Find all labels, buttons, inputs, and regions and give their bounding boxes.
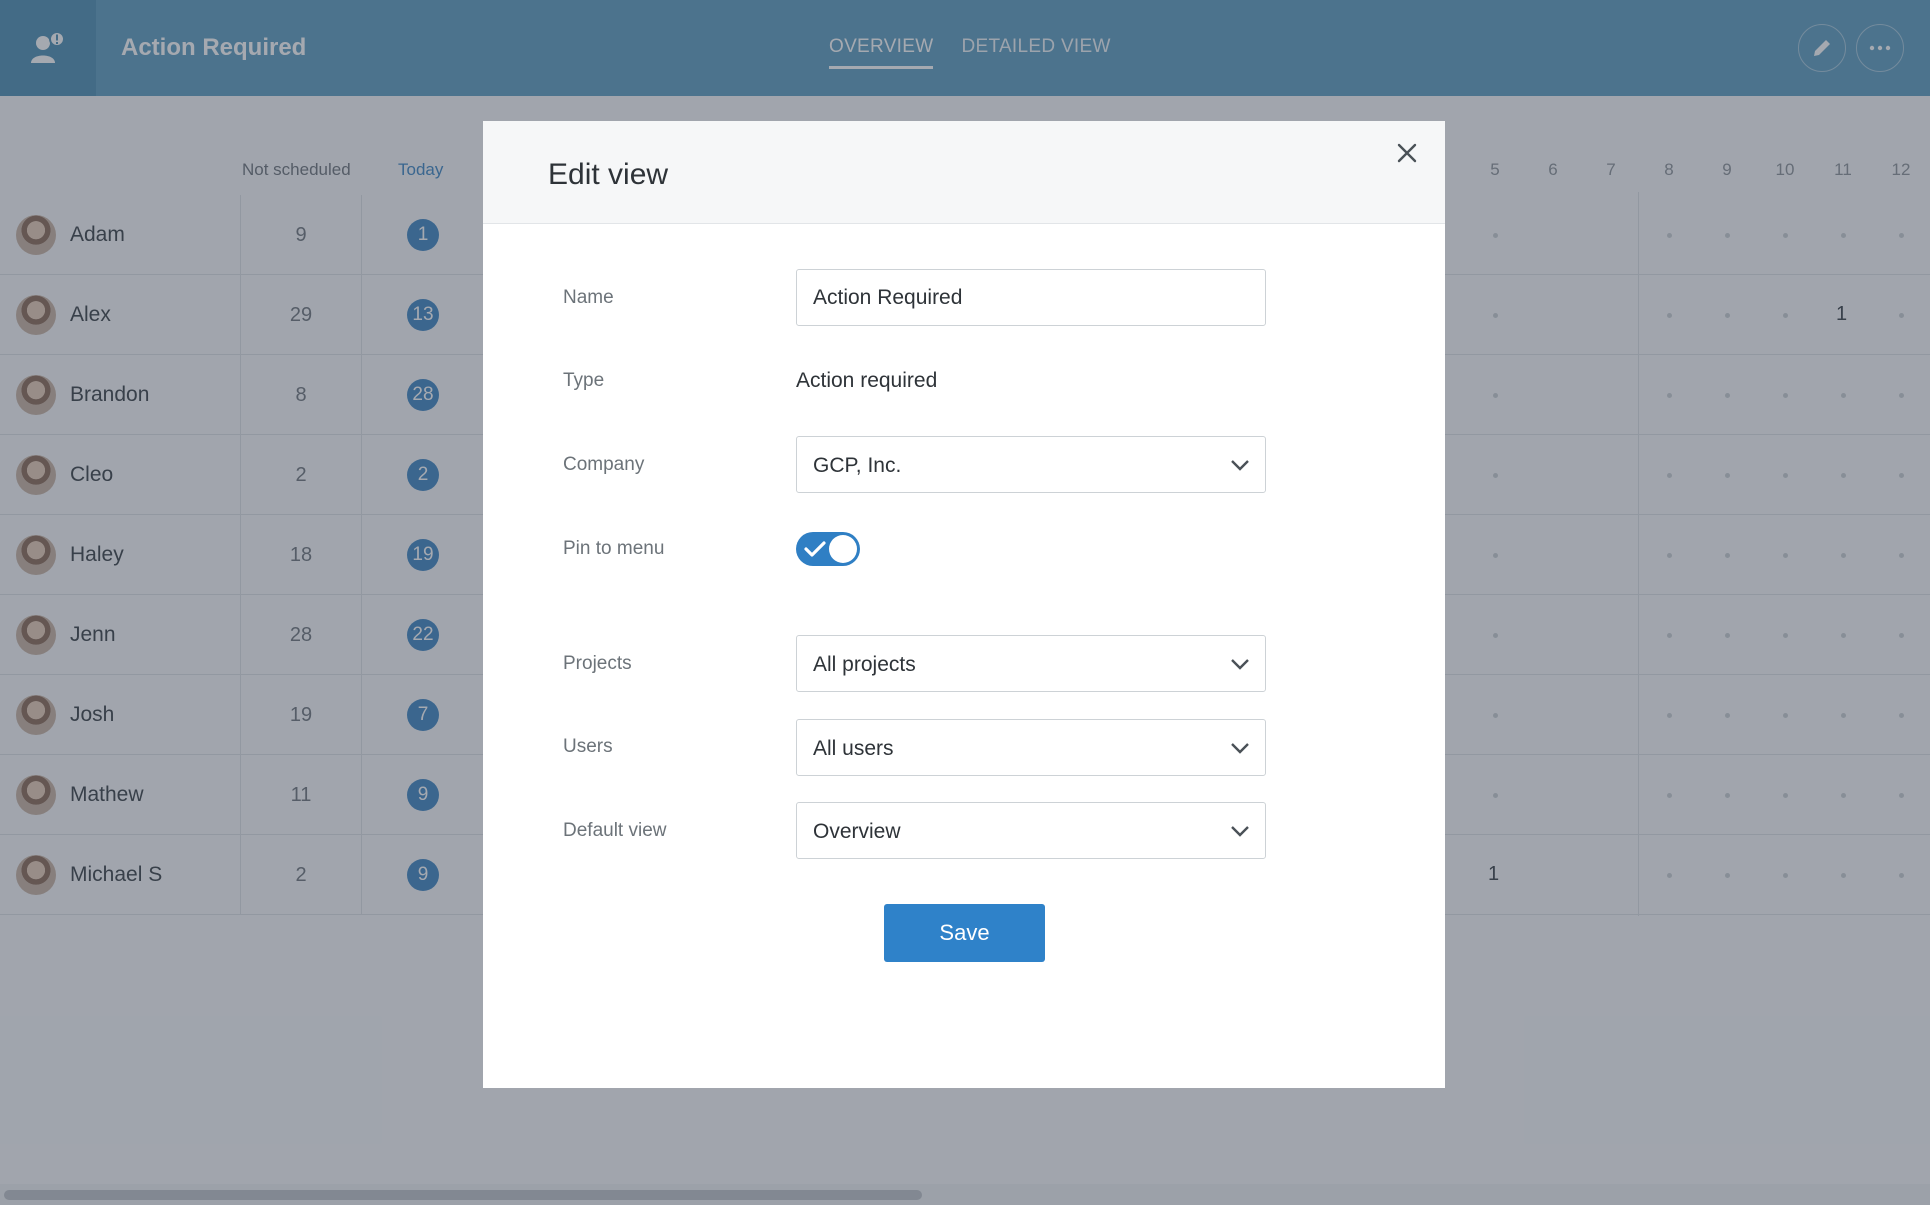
pin-to-menu-toggle[interactable]: [796, 532, 860, 566]
type-value: Action required: [796, 369, 938, 392]
type-label: Type: [563, 370, 605, 391]
chevron-down-icon: [1231, 826, 1249, 837]
users-select[interactable]: All users: [796, 719, 1266, 776]
default-view-selected-value: Overview: [813, 820, 901, 843]
check-icon: [804, 541, 826, 557]
close-icon: [1397, 143, 1417, 163]
chevron-down-icon: [1231, 460, 1249, 471]
dialog-title: Edit view: [548, 158, 669, 191]
close-button[interactable]: [1389, 135, 1425, 171]
chevron-down-icon: [1231, 659, 1249, 670]
users-label: Users: [563, 736, 613, 757]
company-select[interactable]: GCP, Inc.: [796, 436, 1266, 493]
users-selected-value: All users: [813, 737, 894, 760]
company-label: Company: [563, 454, 645, 475]
edit-view-dialog: Edit view Name Type Action required Comp…: [483, 121, 1445, 1088]
projects-select[interactable]: All projects: [796, 635, 1266, 692]
projects-label: Projects: [563, 653, 632, 674]
dialog-header: Edit view: [483, 121, 1445, 224]
chevron-down-icon: [1231, 743, 1249, 754]
name-label: Name: [563, 287, 614, 308]
name-input[interactable]: [796, 269, 1266, 326]
toggle-knob: [829, 535, 857, 563]
company-selected-value: GCP, Inc.: [813, 454, 902, 477]
pin-to-menu-label: Pin to menu: [563, 538, 665, 559]
projects-selected-value: All projects: [813, 653, 916, 676]
save-button[interactable]: Save: [884, 904, 1045, 962]
default-view-select[interactable]: Overview: [796, 802, 1266, 859]
default-view-label: Default view: [563, 820, 667, 841]
